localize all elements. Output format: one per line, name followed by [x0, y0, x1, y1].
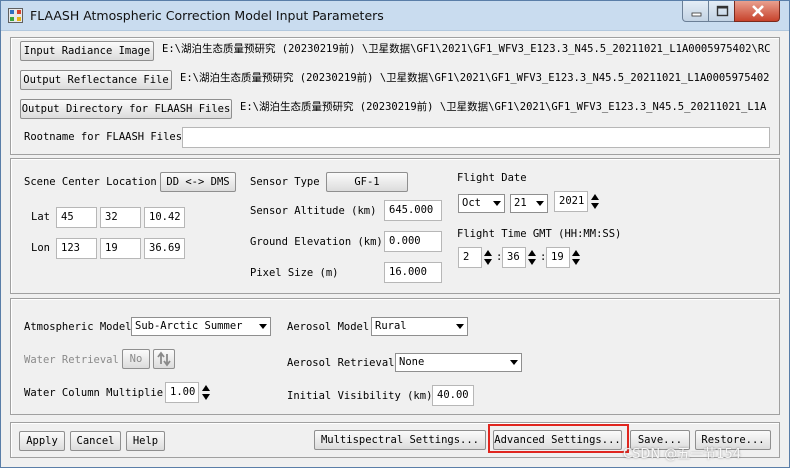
flight-day-select[interactable]: 21	[510, 194, 548, 213]
lon-label: Lon	[31, 242, 50, 254]
envi-app-icon	[8, 8, 23, 23]
minute-spinner-icon[interactable]	[527, 248, 537, 268]
lat-minutes-field[interactable]: 32	[100, 207, 141, 228]
chevron-down-icon	[510, 360, 518, 365]
aerosol-model-select[interactable]: Rural	[371, 317, 468, 336]
flight-hour-field[interactable]: 2	[458, 247, 482, 268]
water-multiplier-label: Water Column Multiplier	[24, 387, 170, 399]
flight-second-field[interactable]: 19	[546, 247, 570, 268]
input-radiance-button[interactable]: Input Radiance Image	[20, 41, 154, 61]
chevron-down-icon	[456, 324, 464, 329]
lon-degrees-field[interactable]: 123	[56, 238, 97, 259]
chevron-down-icon	[259, 324, 267, 329]
year-spinner-icon[interactable]	[590, 192, 600, 212]
pixel-size-label: Pixel Size (m)	[250, 267, 339, 279]
aerosol-model-label: Aerosol Model	[287, 321, 370, 333]
flight-year-field[interactable]: 2021	[554, 191, 588, 212]
hour-spinner-icon[interactable]	[483, 248, 493, 268]
flaash-dialog: FLAASH Atmospheric Correction Model Inpu…	[0, 0, 790, 468]
apply-button[interactable]: Apply	[19, 431, 65, 451]
water-multiplier-spinner-icon[interactable]	[201, 383, 211, 403]
sensor-altitude-field[interactable]: 645.000	[384, 200, 442, 221]
lon-minutes-field[interactable]: 19	[100, 238, 141, 259]
lon-seconds-field[interactable]: 36.69	[144, 238, 185, 259]
close-icon	[752, 5, 764, 17]
water-retrieval-swap-button[interactable]	[153, 349, 175, 369]
help-button[interactable]: Help	[126, 431, 165, 451]
maximize-icon	[716, 5, 729, 17]
output-reflectance-button[interactable]: Output Reflectance File	[20, 70, 172, 90]
advanced-settings-highlight	[488, 424, 629, 453]
flight-date-label: Flight Date	[457, 172, 527, 184]
pixel-size-field[interactable]: 16.000	[384, 262, 442, 283]
input-radiance-path[interactable]: E:\湖泊生态质量预研究 (20230219前) \卫星数据\GF1\2021\…	[158, 40, 770, 61]
aerosol-model-value: Rural	[375, 320, 407, 332]
water-retrieval-label: Water Retrieval	[24, 354, 119, 366]
close-button[interactable]	[734, 1, 780, 22]
sensor-altitude-label: Sensor Altitude (km)	[250, 205, 377, 217]
atmospheric-model-select[interactable]: Sub-Arctic Summer	[131, 317, 271, 336]
initial-visibility-label: Initial Visibility (km)	[287, 390, 433, 402]
lat-degrees-field[interactable]: 45	[56, 207, 97, 228]
sensor-type-button[interactable]: GF-1	[326, 172, 408, 192]
ground-elevation-field[interactable]: 0.000	[384, 231, 442, 252]
aerosol-retrieval-select[interactable]: None	[395, 353, 522, 372]
flight-minute-field[interactable]: 36	[502, 247, 526, 268]
lat-seconds-field[interactable]: 10.42	[144, 207, 185, 228]
chevron-down-icon	[493, 201, 501, 206]
flight-time-label: Flight Time GMT (HH:MM:SS)	[457, 228, 622, 240]
watermark: CSDN @五一节154	[623, 447, 742, 462]
flight-month-select[interactable]: Oct	[458, 194, 505, 213]
flight-month-value: Oct	[462, 197, 481, 209]
chevron-down-icon	[536, 201, 544, 206]
ground-elevation-label: Ground Elevation (km)	[250, 236, 383, 248]
output-reflectance-path[interactable]: E:\湖泊生态质量预研究 (20230219前) \卫星数据\GF1\2021\…	[176, 69, 770, 90]
cancel-button[interactable]: Cancel	[70, 431, 121, 451]
sensor-type-label: Sensor Type	[250, 176, 320, 188]
flight-day-value: 21	[514, 197, 527, 209]
swap-arrows-icon	[157, 351, 171, 367]
atmospheric-model-value: Sub-Arctic Summer	[135, 320, 243, 332]
title-bar: FLAASH Atmospheric Correction Model Inpu…	[1, 1, 789, 31]
rootname-field[interactable]	[182, 127, 770, 148]
rootname-label: Rootname for FLAASH Files	[24, 131, 183, 143]
minimize-button[interactable]	[682, 1, 709, 22]
maximize-button[interactable]	[708, 1, 735, 22]
output-directory-path[interactable]: E:\湖泊生态质量预研究 (20230219前) \卫星数据\GF1\2021\…	[236, 98, 770, 119]
scene-center-label: Scene Center Location	[24, 176, 157, 188]
initial-visibility-field[interactable]: 40.00	[432, 385, 474, 406]
dd-dms-button[interactable]: DD <-> DMS	[160, 172, 236, 192]
second-spinner-icon[interactable]	[571, 248, 581, 268]
water-retrieval-toggle[interactable]: No	[122, 349, 150, 369]
atmospheric-model-label: Atmospheric Model	[24, 321, 132, 333]
aerosol-retrieval-label: Aerosol Retrieval	[287, 357, 395, 369]
aerosol-retrieval-value: None	[399, 356, 425, 368]
lat-label: Lat	[31, 211, 50, 223]
output-directory-button[interactable]: Output Directory for FLAASH Files	[20, 99, 232, 119]
minimize-icon	[691, 12, 702, 17]
water-multiplier-field[interactable]: 1.00	[165, 382, 199, 403]
window-title: FLAASH Atmospheric Correction Model Inpu…	[30, 8, 384, 23]
multispectral-settings-button[interactable]: Multispectral Settings...	[314, 430, 486, 450]
